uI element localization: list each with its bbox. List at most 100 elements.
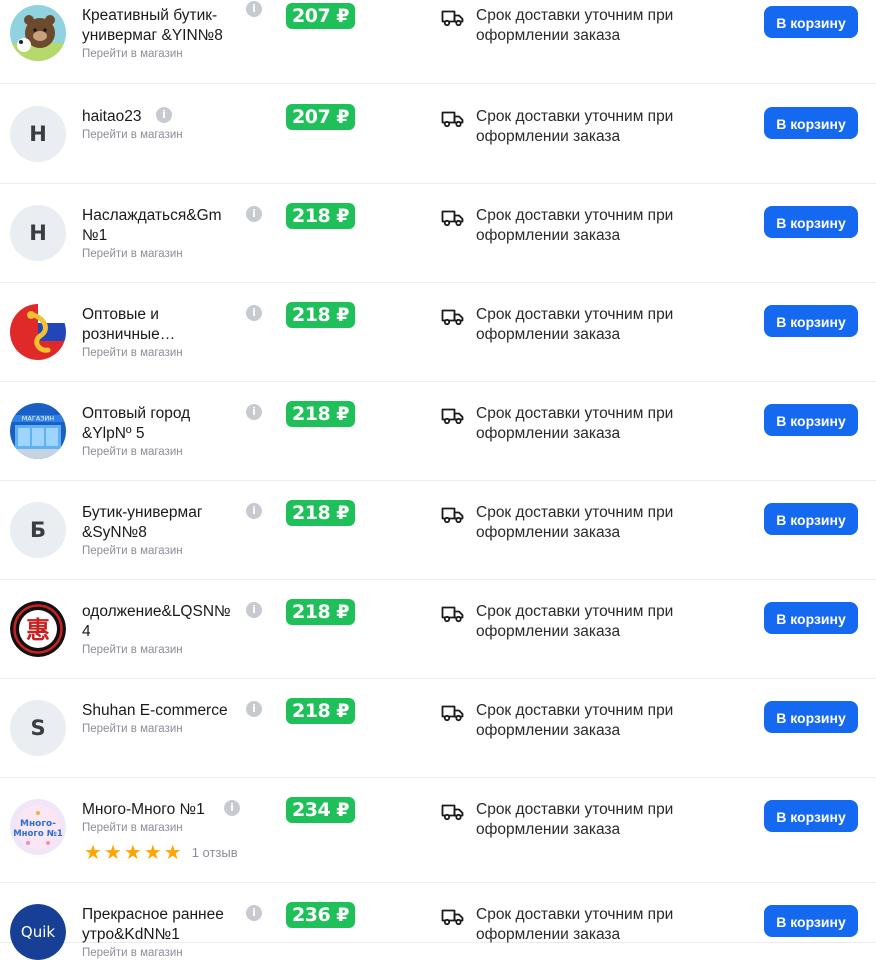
go-to-shop-link[interactable]: Перейти в магазин — [82, 821, 234, 835]
svg-text:惠: 惠 — [26, 615, 50, 644]
reviews-count[interactable]: 1 отзыв — [192, 845, 238, 860]
delivery-truck-icon — [441, 9, 465, 27]
go-to-shop-link[interactable]: Перейти в магазин — [82, 47, 234, 61]
shop-avatar[interactable]: МАГАЗИН — [10, 403, 66, 459]
info-icon[interactable]: i — [246, 701, 262, 717]
offer-row: Quik Прекрасное раннее утро&KdN№1 Перейти … — [0, 883, 876, 960]
add-to-cart-button[interactable]: В корзину — [764, 206, 858, 238]
add-to-cart-button[interactable]: В корзину — [764, 6, 858, 38]
shop-name[interactable]: Прекрасное раннее утро&KdN№1 — [82, 905, 234, 945]
shop-name[interactable]: одолжение&LQSN№ 4 — [82, 602, 234, 642]
svg-text:Много-: Много- — [20, 819, 56, 829]
info-icon[interactable]: i — [246, 305, 262, 321]
shop-avatar[interactable]: H — [10, 205, 66, 261]
offers-list: Креативный бутик-универмаг &YIN№8 Перейти… — [0, 0, 876, 960]
shop-info: Наслаждаться&Gm №1 Перейти в магазин — [82, 206, 234, 261]
add-to-cart-button[interactable]: В корзину — [764, 701, 858, 733]
svg-text:Много №1: Много №1 — [13, 829, 63, 839]
quik-avatar: Quik — [10, 904, 66, 960]
go-to-shop-link[interactable]: Перейти в магазин — [82, 946, 234, 960]
price-badge: 207 ₽ — [286, 3, 355, 29]
add-to-cart-button[interactable]: В корзину — [764, 305, 858, 337]
info-icon[interactable]: i — [246, 503, 262, 519]
offer-row: МАГАЗИН Оптовый город &YlpNº 5 Перейти в м… — [0, 382, 876, 481]
go-to-shop-link[interactable]: Перейти в магазин — [82, 247, 234, 261]
star-icon: ★ — [103, 840, 122, 864]
delivery-truck-icon — [441, 110, 465, 128]
star-icon: ★ — [143, 840, 162, 864]
price-badge: 218 ₽ — [286, 302, 355, 328]
offer-row: Б Бутик-универмаг &SyN№8 Перейти в магазин… — [0, 481, 876, 580]
shop-avatar[interactable]: H — [10, 106, 66, 162]
shop-name[interactable]: Креативный бутик-универмаг &YIN№8 — [82, 6, 234, 46]
hui-seal-avatar: 惠 — [10, 601, 66, 657]
add-to-cart-button[interactable]: В корзину — [764, 107, 858, 139]
price-badge: 218 ₽ — [286, 203, 355, 229]
shop-avatar[interactable]: 惠 — [10, 601, 66, 657]
offer-row: Креативный бутик-универмаг &YIN№8 Перейти… — [0, 0, 876, 84]
info-icon[interactable]: i — [224, 800, 240, 816]
shop-name[interactable]: Бутик-универмаг &SyN№8 — [82, 503, 234, 543]
info-icon[interactable]: i — [246, 1, 262, 17]
info-icon[interactable]: i — [246, 206, 262, 222]
delivery-time-text: Срок доставки уточним при оформлении зак… — [476, 906, 674, 943]
info-icon[interactable]: i — [246, 905, 262, 921]
shop-avatar[interactable]: S — [10, 700, 66, 756]
delivery-truck-icon — [441, 407, 465, 425]
shop-avatar[interactable]: Б — [10, 502, 66, 558]
add-to-cart-button[interactable]: В корзину — [764, 800, 858, 832]
shop-info: Креативный бутик-универмаг &YIN№8 Перейти… — [82, 6, 234, 61]
shop-avatar[interactable]: Quik — [10, 904, 66, 960]
add-to-cart-button[interactable]: В корзину — [764, 404, 858, 436]
price-badge: 207 ₽ — [286, 104, 355, 130]
offer-row: Много- Много №1 Много-Много №1 Перейти в ма… — [0, 778, 876, 883]
delivery-truck-icon — [441, 704, 465, 722]
add-to-cart-button[interactable]: В корзину — [764, 602, 858, 634]
shop-name[interactable]: Shuhan E-commerce — [82, 701, 234, 721]
info-icon[interactable]: i — [246, 602, 262, 618]
delivery-time-text: Срок доставки уточним при оформлении зак… — [476, 405, 674, 442]
star-icon: ★ — [163, 840, 182, 864]
info-icon[interactable]: i — [246, 404, 262, 420]
go-to-shop-link[interactable]: Перейти в магазин — [82, 346, 234, 360]
shop-avatar[interactable] — [10, 304, 66, 360]
dragon-flag-avatar — [10, 304, 66, 360]
shop-info: Прекрасное раннее утро&KdN№1 Перейти в ма… — [82, 905, 234, 960]
shop-info: Оптовые и розничные… Перейти в магазин — [82, 305, 234, 360]
go-to-shop-link[interactable]: Перейти в магазин — [82, 445, 234, 459]
shop-avatar[interactable]: Много- Много №1 — [10, 799, 66, 855]
shop-info: одолжение&LQSN№ 4 Перейти в магазин — [82, 602, 234, 657]
avatar-letter: S — [30, 716, 46, 740]
shop-name[interactable]: Наслаждаться&Gm №1 — [82, 206, 234, 246]
delivery-time-text: Срок доставки уточним при оформлении зак… — [476, 603, 674, 640]
mnogo-avatar: Много-Много №1 — [10, 799, 66, 855]
offer-row: 惠 одолжение&LQSN№ 4 Перейти в магазин i 218 … — [0, 580, 876, 679]
delivery-time-text: Срок доставки уточним при оформлении зак… — [476, 306, 674, 343]
delivery-truck-icon — [441, 308, 465, 326]
shop-avatar[interactable] — [10, 5, 66, 61]
info-icon[interactable]: i — [156, 107, 172, 123]
price-badge: 218 ₽ — [286, 401, 355, 427]
price-badge: 218 ₽ — [286, 698, 355, 724]
go-to-shop-link[interactable]: Перейти в магазин — [82, 544, 234, 558]
shop-name[interactable]: Оптовые и розничные… — [82, 305, 234, 345]
add-to-cart-button[interactable]: В корзину — [764, 503, 858, 535]
delivery-time-text: Срок доставки уточним при оформлении зак… — [476, 801, 674, 838]
price-badge: 234 ₽ — [286, 797, 355, 823]
shop-info: Много-Много №1 Перейти в магазин — [82, 800, 234, 835]
add-to-cart-button[interactable]: В корзину — [764, 905, 858, 937]
avatar-letter: H — [29, 221, 47, 245]
svg-text:Quik: Quik — [21, 923, 55, 941]
shop-name[interactable]: Оптовый город &YlpNº 5 — [82, 404, 234, 444]
price-badge: 218 ₽ — [286, 599, 355, 625]
go-to-shop-link[interactable]: Перейти в магазин — [82, 643, 234, 657]
avatar-letter: H — [29, 122, 47, 146]
delivery-time-text: Срок доставки уточним при оформлении зак… — [476, 108, 674, 145]
store-avatar: МАГАЗИН — [10, 403, 66, 459]
shop-name[interactable]: Много-Много №1 — [82, 800, 234, 820]
offer-row: Hhaitao23 Перейти в магазин i 207 ₽ Срок дос… — [0, 85, 876, 184]
delivery-truck-icon — [441, 506, 465, 524]
delivery-time-text: Срок доставки уточним при оформлении зак… — [476, 702, 674, 739]
go-to-shop-link[interactable]: Перейти в магазин — [82, 128, 234, 142]
go-to-shop-link[interactable]: Перейти в магазин — [82, 722, 234, 736]
